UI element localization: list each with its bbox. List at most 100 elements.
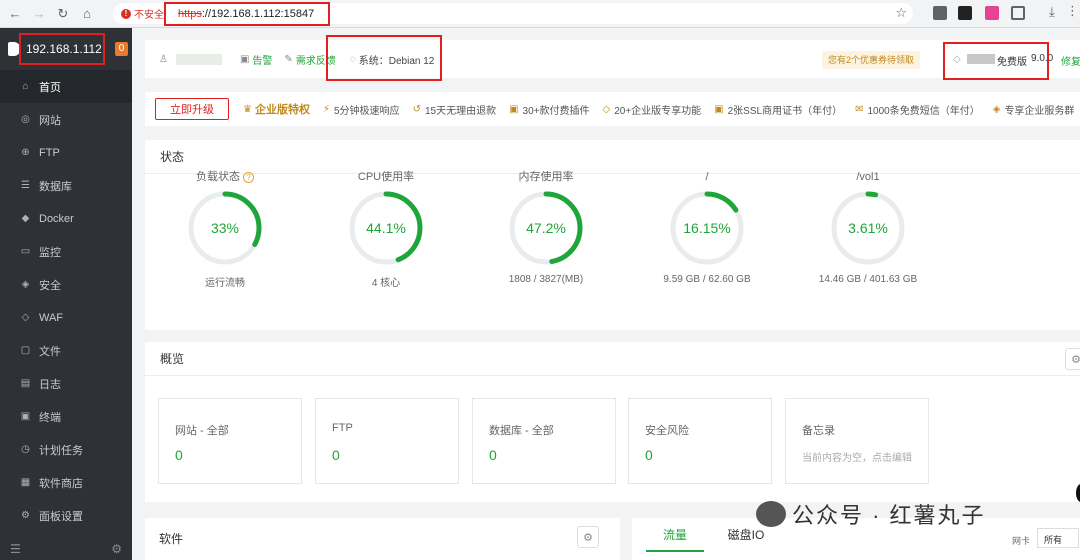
sidebar-item-label: FTP [39, 146, 60, 159]
sidebar-item[interactable]: ◇ WAF [0, 301, 132, 334]
sidebar-item-label: WAF [39, 311, 64, 324]
apps-icon: ▦ [20, 477, 31, 488]
overview-card-item[interactable]: 网站 - 全部 0 [158, 398, 302, 484]
promo-feature[interactable]: ◈ 专享企业服务群 [993, 102, 1075, 117]
upgrade-button[interactable]: 立即升级 [155, 98, 229, 120]
system-icon: ◌ [349, 53, 356, 65]
gauge-label: CPU使用率 [321, 168, 451, 186]
collapse-icon[interactable]: ☰ [10, 542, 21, 556]
gauge-value: 44.1% [366, 220, 406, 236]
url-protocol: https [178, 7, 202, 20]
promo-feature-label: 20+企业版专享功能 [614, 105, 702, 117]
sidebar-item[interactable]: ▢ 文件 [0, 334, 132, 367]
gauge-label: / [642, 168, 772, 186]
extension-icon[interactable] [958, 6, 972, 20]
top-info-bar: ♙ ▣ 告警 ✎ 需求反馈 ◌ 系统：Debian 12 您有2个优惠券待领取 … [145, 40, 1080, 78]
gauge-label-text: /vol1 [856, 171, 880, 183]
gauge-label-text: 负载状态 [196, 171, 240, 183]
sidebar-item[interactable]: ▤ 日志 [0, 367, 132, 400]
scroll-icon[interactable] [1076, 484, 1080, 502]
extension-icon[interactable] [985, 6, 999, 20]
sidebar-item[interactable]: ◷ 计划任务 [0, 433, 132, 466]
download-icon[interactable]: ⤓ [1049, 4, 1063, 19]
terminal-icon: ▣ [20, 411, 31, 422]
promo-feature[interactable]: ✉ 1000条免费短信（年付） [855, 102, 980, 117]
docker-icon: ◆ [21, 213, 30, 224]
forward-icon[interactable]: → [30, 5, 48, 23]
nic-label: 网卡 [1012, 536, 1031, 546]
gauge-label: 负载状态? [160, 168, 290, 186]
sidebar-item[interactable]: ▭ 监控 [0, 235, 132, 268]
status-gauge[interactable]: 负载状态? 33% 运行流畅 [160, 168, 290, 289]
gauge-label-text: / [705, 171, 709, 183]
tab-traffic[interactable]: 流量 [646, 518, 704, 552]
software-settings-icon[interactable]: ⚙ [577, 526, 599, 548]
status-gauge[interactable]: 内存使用率 47.2% 1808 / 3827(MB) [481, 168, 611, 285]
reload-icon[interactable]: ↻ [54, 5, 72, 23]
sidebar-item[interactable]: ◈ 安全 [0, 268, 132, 301]
puzzle-icon[interactable] [1011, 6, 1025, 20]
repair-link[interactable]: 修复 [1061, 53, 1080, 68]
star-icon[interactable]: ☆ [895, 5, 907, 21]
overview-card-item[interactable]: 数据库 - 全部 0 [472, 398, 616, 484]
sidebar-item-label: 计划任务 [39, 444, 83, 457]
alert-link[interactable]: 告警 [252, 52, 272, 67]
memo-card[interactable]: 备忘录 当前内容为空，点击编辑 [785, 398, 929, 484]
overview-title: 概览 [145, 342, 1080, 376]
sidebar-item[interactable]: ◆ Docker [0, 202, 132, 235]
url-host: ://192.168.1.112:15847 [201, 7, 315, 20]
gauge-subtext: 9.59 GB / 62.60 GB [663, 274, 751, 285]
back-icon[interactable]: ← [6, 5, 24, 23]
feature-icon: ◈ [992, 103, 1001, 115]
feature-icon: ↺ [412, 103, 421, 115]
gauge-label-text: CPU使用率 [357, 171, 415, 183]
coupon-banner[interactable]: 您有2个优惠券待领取 [822, 51, 921, 69]
sidebar-header: 192.168.1.112 [0, 28, 132, 70]
settings-icon[interactable]: ⚙ [111, 542, 122, 556]
monitor-icon: ▭ [20, 246, 31, 257]
overview-card-item[interactable]: 安全风险 0 [628, 398, 772, 484]
sidebar-footer: ☰ ⚙ [0, 538, 132, 560]
promo-feature[interactable]: ◇ 20+企业版专享功能 [603, 102, 702, 117]
sidebar-item[interactable]: ⚙ 面板设置 [0, 499, 132, 532]
promo-feature[interactable]: ↺ 15天无理由退款 [413, 102, 497, 117]
diamond-icon: ◇ [953, 54, 961, 65]
promo-feature[interactable]: ⚡ 5分钟极速响应 [323, 102, 400, 117]
feedback-link[interactable]: 需求反馈 [296, 52, 336, 67]
promo-feature[interactable]: ▣ 2张SSL商用证书（年付） [714, 102, 842, 117]
feature-icon: ▣ [509, 103, 519, 115]
sidebar-item[interactable]: ⌂ 首页 [0, 70, 132, 103]
overview-settings-icon[interactable]: ⚙ [1065, 348, 1080, 370]
sidebar-item[interactable]: ⊕ FTP [0, 136, 132, 169]
sidebar-item-label: 首页 [39, 81, 61, 94]
menu-icon[interactable]: ⋮ [1066, 3, 1079, 18]
user-icon: ♙ [159, 53, 168, 65]
notification-badge[interactable]: 0 [115, 42, 128, 56]
promo-feature-label: 15天无理由退款 [424, 105, 497, 117]
extension-icon[interactable] [933, 6, 947, 20]
gauge-value: 3.61% [848, 220, 888, 236]
sidebar-item[interactable]: ▦ 软件商店 [0, 466, 132, 499]
status-gauge[interactable]: CPU使用率 44.1% 4 核心 [321, 168, 451, 289]
gauge-label: /vol1 [803, 168, 933, 186]
status-gauge[interactable]: /vol1 3.61% 14.46 GB / 401.63 GB [803, 168, 933, 285]
help-icon[interactable]: ? [243, 172, 254, 183]
sidebar-item[interactable]: ◎ 网站 [0, 103, 132, 136]
nic-select[interactable]: 所有 [1037, 528, 1079, 548]
promo-feature-label: 2张SSL商用证书（年付） [727, 105, 843, 117]
sidebar-item[interactable]: ☰ 数据库 [0, 169, 132, 202]
overview-card-item[interactable]: FTP 0 [315, 398, 459, 484]
overview-card-value: 0 [175, 447, 183, 463]
feature-icon: ✉ [855, 103, 864, 115]
promo-feature-label: 30+款付费插件 [522, 105, 590, 117]
sidebar-item[interactable]: ▣ 终端 [0, 400, 132, 433]
address-bar[interactable]: ! 不安全 https://192.168.1.112:15847 ☆ [113, 3, 913, 24]
promo-feature[interactable]: ▣ 30+款付费插件 [509, 102, 589, 117]
vip-title: 企业版特权 [254, 104, 310, 116]
database-icon: ☰ [21, 180, 30, 191]
overview-card-value: 0 [332, 447, 340, 463]
status-gauge[interactable]: / 16.15% 9.59 GB / 62.60 GB [642, 168, 772, 285]
url-text[interactable]: https://192.168.1.112:15847 [178, 8, 314, 20]
home-browser-icon[interactable]: ⌂ [78, 5, 96, 23]
feedback-icon: ✎ [284, 53, 293, 65]
